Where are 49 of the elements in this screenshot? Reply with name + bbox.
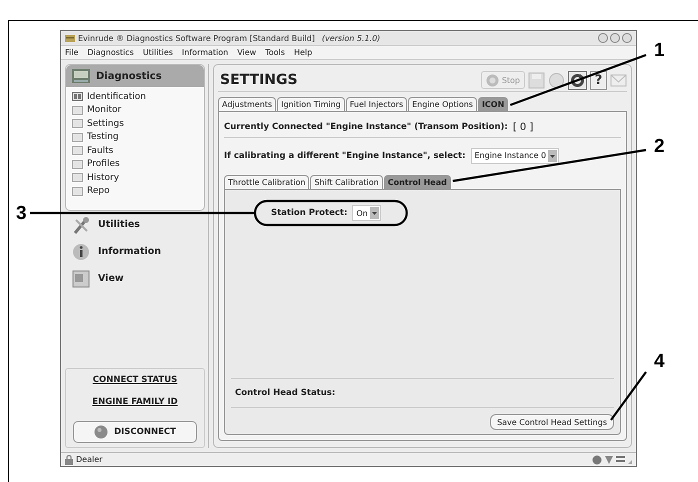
- menu-item[interactable]: Help: [294, 48, 312, 57]
- save-settings-button[interactable]: Save Control Head Settings: [490, 414, 614, 430]
- connected-label: Currently Connected "Engine Instance" (Transom Position):: [224, 122, 508, 132]
- connect-status-heading: CONNECT STATUS: [92, 375, 178, 385]
- callout-number: 2: [654, 136, 665, 158]
- tab[interactable]: Fuel Injectors: [346, 97, 408, 111]
- status-label: Control Head Status:: [235, 388, 336, 398]
- station-protect-label: Station Protect:: [271, 208, 348, 218]
- disconnect-button[interactable]: DISCONNECT: [73, 421, 197, 443]
- menu-item[interactable]: View: [237, 48, 256, 57]
- tab[interactable]: Ignition Timing: [277, 97, 345, 111]
- sidebar-section[interactable]: Information: [65, 238, 205, 265]
- callout-number: 1: [654, 40, 665, 62]
- menu-item[interactable]: Information: [182, 48, 228, 57]
- menu-item[interactable]: Utilities: [142, 48, 173, 57]
- window-title: Evinrude ® Diagnostics Software Program [Standard Build]: [78, 34, 315, 42]
- page-title: SETTINGS: [219, 72, 298, 88]
- user-label: Dealer: [76, 455, 102, 464]
- dropdown-value: Engine Instance 0: [474, 151, 546, 160]
- station-protect-dropdown[interactable]: On: [352, 205, 381, 221]
- instance-dropdown[interactable]: Engine Instance 0: [470, 148, 560, 164]
- select-label: If calibrating a different "Engine Instance", select:: [224, 150, 466, 160]
- sidebar-item[interactable]: Identification: [72, 90, 198, 104]
- tab[interactable]: Control Head: [384, 175, 451, 189]
- tab[interactable]: Shift Calibration: [310, 175, 383, 189]
- tab[interactable]: Throttle Calibration: [224, 175, 310, 189]
- sidebar-section[interactable]: View: [65, 265, 205, 292]
- sidebar-item[interactable]: Profiles: [72, 158, 198, 171]
- engine-family-heading: ENGINE FAMILY ID: [92, 397, 178, 407]
- dropdown-value: On: [356, 208, 368, 218]
- menu-item[interactable]: Tools: [265, 48, 285, 57]
- sidebar-item[interactable]: Faults: [72, 144, 198, 158]
- tab[interactable]: Adjustments: [218, 97, 276, 111]
- sidebar-item[interactable]: Repo: [72, 184, 198, 198]
- sidebar-section[interactable]: Utilities: [65, 211, 205, 238]
- callout-number: 4: [654, 351, 665, 373]
- tab[interactable]: Engine Options: [408, 97, 477, 111]
- sidebar-item[interactable]: Settings: [72, 117, 198, 130]
- instance-value: [ 0 ]: [512, 122, 534, 132]
- sidebar-item[interactable]: History: [72, 171, 198, 184]
- header-label: Diagnostics: [96, 70, 162, 82]
- diagnostics-header[interactable]: Diagnostics: [66, 65, 204, 87]
- tab[interactable]: ICON: [478, 97, 508, 111]
- menu-item[interactable]: File: [65, 48, 78, 57]
- menu-item[interactable]: Diagnostics: [87, 48, 134, 57]
- version-label: (version 5.1.0): [322, 34, 380, 42]
- sidebar-item[interactable]: Monitor: [72, 104, 198, 117]
- sidebar-item[interactable]: Testing: [72, 130, 198, 144]
- callout-number: 3: [16, 203, 27, 225]
